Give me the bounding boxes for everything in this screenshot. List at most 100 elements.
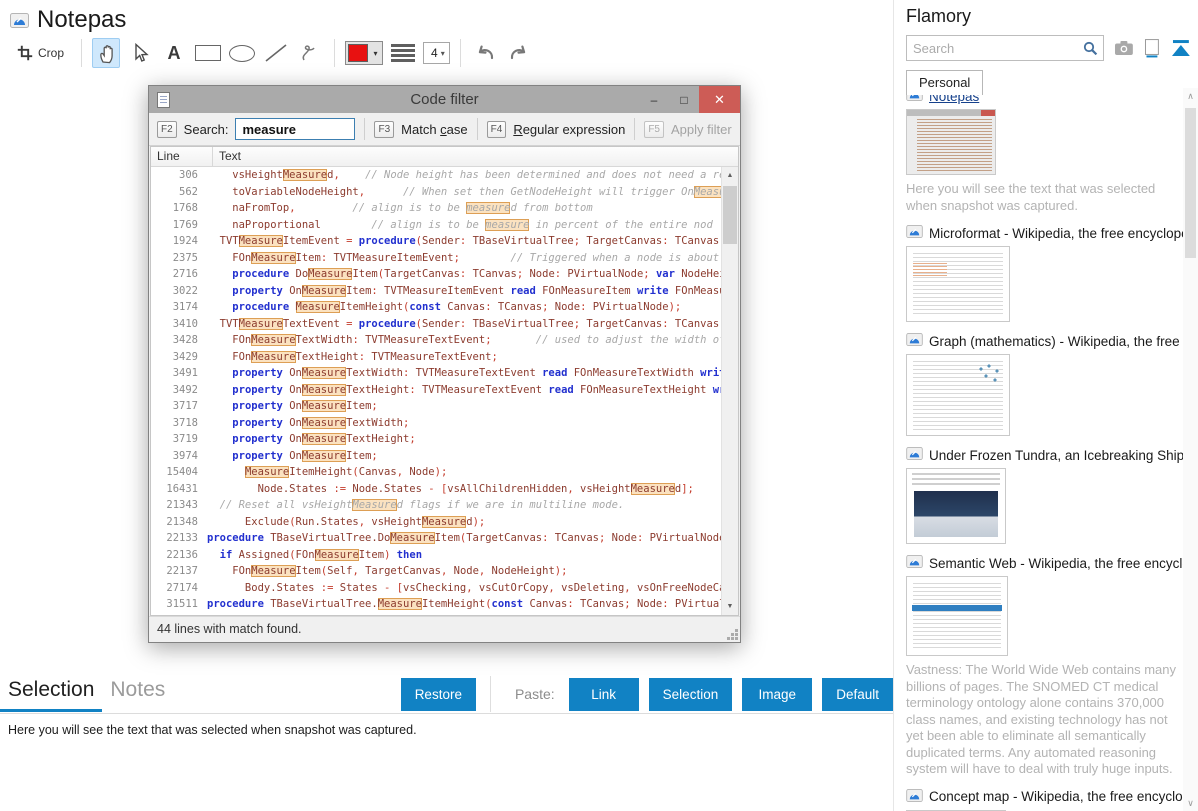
- code-line-row[interactable]: 562 toVariableNodeHeight, // When set th…: [151, 184, 721, 201]
- scroll-down-arrow[interactable]: ∨: [1183, 795, 1198, 811]
- scroll-up-arrow[interactable]: ▲: [722, 167, 738, 184]
- column-header-text[interactable]: Text: [213, 147, 241, 166]
- code-line-row[interactable]: 3719 property OnMeasureTextHeight;: [151, 431, 721, 448]
- maximize-button[interactable]: □: [669, 86, 699, 113]
- scroll-down-arrow[interactable]: ▼: [722, 598, 738, 615]
- search-input[interactable]: [907, 41, 1103, 56]
- code-line-row[interactable]: 1769 naProportional // align is to be me…: [151, 217, 721, 234]
- code-line-row[interactable]: 22133procedure TBaseVirtualTree.DoMeasur…: [151, 530, 721, 547]
- paste-label: Paste:: [515, 686, 555, 702]
- code-line-row[interactable]: 3717 property OnMeasureItem;: [151, 398, 721, 415]
- freehand-tool-button[interactable]: [296, 38, 324, 68]
- undo-button[interactable]: [471, 38, 499, 68]
- status-text: 44 lines with match found.: [157, 622, 302, 636]
- ellipse-tool-button[interactable]: [228, 38, 256, 68]
- code-line-row[interactable]: 2375 FOnMeasureItem: TVTMeasureItemEvent…: [151, 250, 721, 267]
- line-number: 22136: [151, 547, 207, 564]
- select-tool-button[interactable]: [126, 38, 154, 68]
- code-line-row[interactable]: 3492 property OnMeasureTextHeight: TVTMe…: [151, 382, 721, 399]
- snapshot-thumbnail[interactable]: [906, 109, 996, 175]
- code-line-row[interactable]: 27174 Body.States := States - [vsCheckin…: [151, 580, 721, 597]
- scrollbar-thumb[interactable]: [723, 186, 737, 244]
- snapshot-title[interactable]: Microformat - Wikipedia, the free encycl…: [906, 225, 1184, 241]
- paste-image-button[interactable]: Image: [742, 678, 812, 711]
- snapshot-title[interactable]: Concept map - Wikipedia, the free encycl…: [906, 789, 1184, 805]
- search-icon[interactable]: [1083, 41, 1098, 56]
- dialog-titlebar[interactable]: Code filter – □ ✕: [149, 86, 740, 113]
- code-line-row[interactable]: 3429 FOnMeasureTextHeight: TVTMeasureTex…: [151, 349, 721, 366]
- pan-tool-button[interactable]: [92, 38, 120, 68]
- tab-notes[interactable]: Notes: [102, 676, 173, 709]
- snapshot-title[interactable]: Semantic Web - Wikipedia, the free encyc…: [906, 555, 1184, 571]
- line-number: 22133: [151, 530, 207, 547]
- snapshot-app-icon: [906, 789, 923, 805]
- line-width-button[interactable]: [389, 38, 417, 68]
- tab-personal[interactable]: Personal: [906, 70, 983, 95]
- code-line-row[interactable]: 22136 if Assigned(FOnMeasureItem) then: [151, 547, 721, 564]
- resize-grip[interactable]: [735, 637, 738, 640]
- crop-button[interactable]: Crop: [10, 38, 71, 68]
- match-case-toggle[interactable]: Match case: [401, 122, 467, 137]
- restore-button[interactable]: Restore: [401, 678, 476, 711]
- code-line-row[interactable]: 306 vsHeightMeasured, // Node height has…: [151, 167, 721, 184]
- scroll-to-top-icon[interactable]: [1170, 39, 1192, 58]
- snapshot-thumbnail[interactable]: [906, 576, 1008, 656]
- snapshot-thumbnail[interactable]: [906, 468, 1006, 544]
- tab-selection[interactable]: Selection: [0, 676, 102, 712]
- apply-filter-button[interactable]: Apply filter: [671, 122, 732, 137]
- code-line-row[interactable]: 31512// If the height of the given node …: [151, 613, 721, 616]
- code-line-row[interactable]: 15404 MeasureItemHeight(Canvas, Node);: [151, 464, 721, 481]
- code-line-row[interactable]: 16431 Node.States := Node.States - [vsAl…: [151, 481, 721, 498]
- chevron-down-icon[interactable]: ▾: [369, 49, 382, 58]
- snapshot-list: NotepasHere you will see the text that w…: [894, 82, 1184, 811]
- code-line-row[interactable]: 3022 property OnMeasureItem: TVTMeasureI…: [151, 283, 721, 300]
- toolbar-separator: [81, 39, 82, 67]
- column-header-line[interactable]: Line: [151, 147, 213, 166]
- code-line-row[interactable]: 31511procedure TBaseVirtualTree.MeasureI…: [151, 596, 721, 613]
- color-picker-button[interactable]: ▾: [345, 41, 383, 65]
- code-line-row[interactable]: 21348 Exclude(Run.States, vsHeightMeasur…: [151, 514, 721, 531]
- snapshot-thumbnail[interactable]: [906, 354, 1010, 436]
- line-tool-button[interactable]: [262, 38, 290, 68]
- snapshot-panel: Selection Notes Restore Paste: Link Sele…: [0, 676, 893, 737]
- minimize-button[interactable]: –: [639, 86, 669, 113]
- code-line-row[interactable]: 3974 property OnMeasureItem;: [151, 448, 721, 465]
- snapshot-thumbnail[interactable]: [906, 246, 1010, 322]
- scrollbar-thumb[interactable]: [1185, 108, 1196, 258]
- grid-header: Line Text: [151, 147, 738, 167]
- dialog-scrollbar[interactable]: ▲ ▼: [721, 167, 738, 615]
- code-line-row[interactable]: 22137 FOnMeasureItem(Self, TargetCanvas,…: [151, 563, 721, 580]
- search-input[interactable]: [235, 118, 355, 140]
- code-line-row[interactable]: 3174 procedure MeasureItemHeight(const C…: [151, 299, 721, 316]
- snapshot-title[interactable]: Under Frozen Tundra, an Icebreaking Ship…: [906, 447, 1184, 463]
- redo-button[interactable]: [505, 38, 533, 68]
- code-text: Body.States := States - [vsChecking, vsC…: [207, 580, 721, 597]
- regex-toggle[interactable]: Regular expression: [513, 122, 625, 137]
- line-number: 1769: [151, 217, 207, 234]
- rectangle-tool-button[interactable]: [194, 38, 222, 68]
- code-line-row[interactable]: 1768 naFromTop, // align is to be measur…: [151, 200, 721, 217]
- pen-size-dropdown[interactable]: 4 ▾: [423, 42, 450, 64]
- camera-icon[interactable]: [1114, 40, 1134, 56]
- code-line-row[interactable]: 2716 procedure DoMeasureItem(TargetCanva…: [151, 266, 721, 283]
- new-note-icon[interactable]: [1144, 39, 1160, 58]
- sidebar-scrollbar[interactable]: ∧ ∨: [1183, 88, 1198, 811]
- code-line-row[interactable]: 3491 property OnMeasureTextWidth: TVTMea…: [151, 365, 721, 382]
- paste-selection-button[interactable]: Selection: [649, 678, 733, 711]
- scroll-up-arrow[interactable]: ∧: [1183, 88, 1198, 104]
- code-line-row[interactable]: 3410 TVTMeasureTextEvent = procedure(Sen…: [151, 316, 721, 333]
- snapshot-title[interactable]: Graph (mathematics) - Wikipedia, the fre…: [906, 333, 1184, 349]
- text-tool-icon: A: [168, 43, 181, 64]
- code-line-row[interactable]: 21343 // Reset all vsHeightMeasured flag…: [151, 497, 721, 514]
- paste-default-button[interactable]: Default: [822, 678, 893, 711]
- code-line-row[interactable]: 3718 property OnMeasureTextWidth;: [151, 415, 721, 432]
- sidebar-search-box: [906, 35, 1104, 61]
- paste-link-button[interactable]: Link: [569, 678, 639, 711]
- current-color-swatch: [348, 44, 368, 62]
- code-line-row[interactable]: 1924 TVTMeasureItemEvent = procedure(Sen…: [151, 233, 721, 250]
- text-tool-button[interactable]: A: [160, 38, 188, 68]
- line-number: 1924: [151, 233, 207, 250]
- line-number: 3717: [151, 398, 207, 415]
- close-button[interactable]: ✕: [699, 86, 740, 113]
- code-line-row[interactable]: 3428 FOnMeasureTextWidth: TVTMeasureText…: [151, 332, 721, 349]
